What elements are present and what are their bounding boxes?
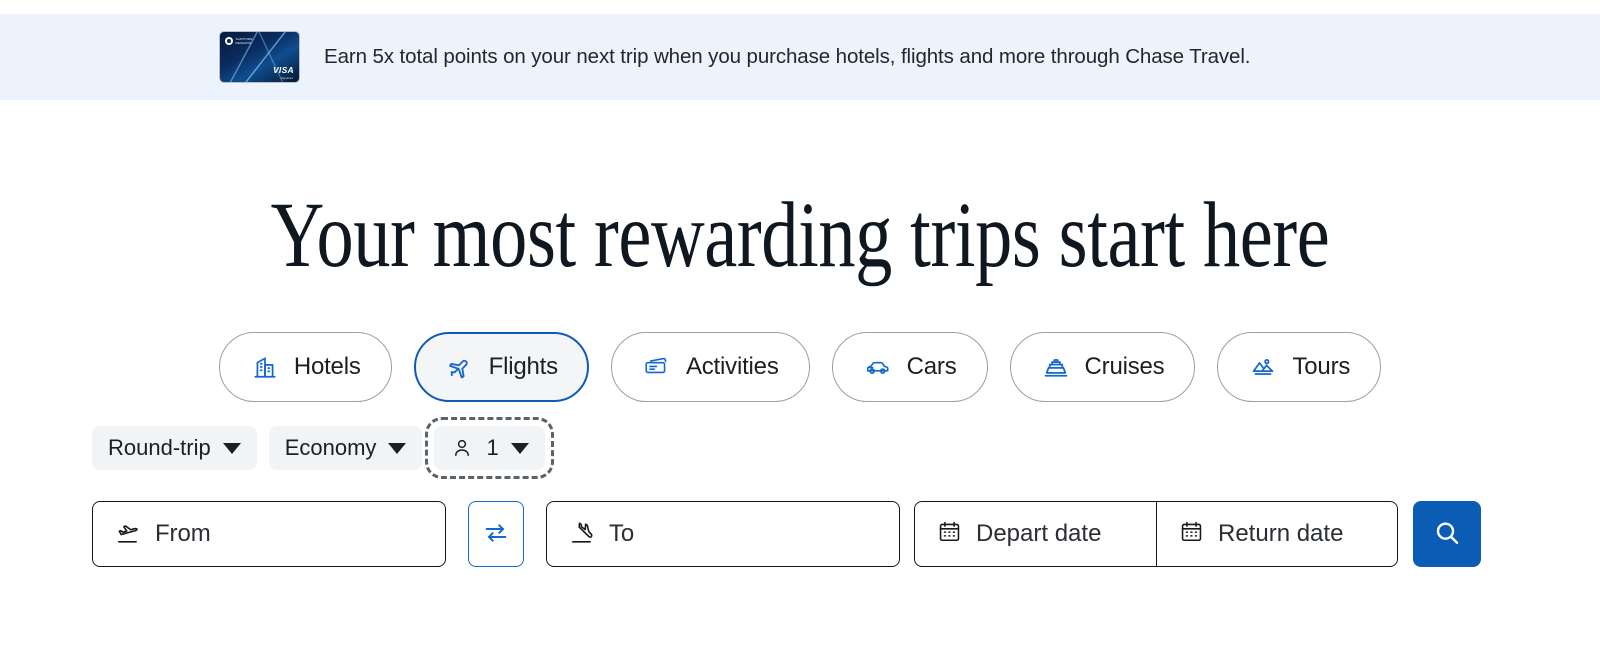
card-brand-line2: RESERVE [235, 41, 252, 45]
tab-hotels[interactable]: Hotels [218, 332, 392, 402]
date-range-group: Depart date Return date [914, 501, 1398, 567]
hotel-building-icon [250, 352, 280, 382]
visa-logo-text: VISA [272, 65, 294, 75]
return-date-placeholder: Return date [1218, 520, 1344, 547]
destination-placeholder: To [609, 520, 635, 547]
chevron-down-icon [222, 442, 241, 454]
tab-label: Flights [488, 353, 558, 380]
depart-date-placeholder: Depart date [976, 520, 1102, 547]
tab-tours[interactable]: Tours [1217, 332, 1382, 402]
destination-input[interactable]: To [546, 501, 900, 567]
chase-travel-search-page: SAPPHIRE RESERVE VISA Signature Earn 5x … [0, 0, 1600, 652]
tab-label: Hotels [293, 353, 361, 380]
tab-label: Tours [1292, 353, 1351, 380]
tab-label: Cruises [1084, 353, 1165, 380]
tab-cars[interactable]: Cars [831, 332, 988, 402]
chase-sapphire-card-icon: SAPPHIRE RESERVE VISA Signature [220, 32, 299, 82]
product-tabs: Hotels Flights Activities Cars Cruises T… [0, 332, 1600, 402]
trip-type-label: Round-trip [108, 435, 211, 460]
cruise-ship-icon [1041, 352, 1071, 382]
airplane-icon [445, 352, 475, 382]
landscape-icon [1248, 352, 1278, 382]
card-brand-text: SAPPHIRE RESERVE [236, 37, 253, 45]
plane-takeoff-icon [115, 521, 141, 547]
calendar-icon [937, 519, 962, 549]
promo-banner: SAPPHIRE RESERVE VISA Signature Earn 5x … [0, 14, 1600, 100]
travelers-count: 1 [486, 435, 499, 460]
card-logo: SAPPHIRE RESERVE [225, 37, 253, 45]
depart-date-input[interactable]: Depart date [915, 502, 1156, 566]
visa-signature-text: Signature [280, 77, 293, 80]
return-date-input[interactable]: Return date [1156, 502, 1397, 566]
trip-type-dropdown[interactable]: Round-trip [92, 426, 257, 470]
car-icon [863, 352, 893, 382]
flight-search-form: Round-trip Economy 1 From To Depart date… [92, 417, 1512, 567]
promo-message: Earn 5x total points on your next trip w… [324, 45, 1251, 68]
tab-activities[interactable]: Activities [610, 332, 810, 402]
tab-flights[interactable]: Flights [413, 332, 589, 402]
person-icon [450, 436, 474, 460]
plane-landing-icon [569, 521, 595, 547]
search-fields-row: From To Depart date Return date [92, 501, 1512, 567]
tab-cruises[interactable]: Cruises [1009, 332, 1196, 402]
chevron-down-icon [388, 442, 407, 454]
tab-label: Cars [906, 353, 957, 380]
search-icon [1432, 518, 1462, 551]
swap-arrows-icon [482, 519, 510, 550]
cabin-class-dropdown[interactable]: Economy [268, 426, 423, 470]
promo-banner-content: SAPPHIRE RESERVE VISA Signature Earn 5x … [220, 32, 1251, 82]
tab-label: Activities [685, 353, 779, 380]
cabin-class-label: Economy [284, 435, 377, 460]
origin-placeholder: From [155, 520, 211, 547]
page-title: Your most rewarding trips start here [270, 184, 1330, 287]
swap-origin-destination-button[interactable] [468, 501, 524, 567]
search-submit-button[interactable] [1413, 501, 1481, 567]
travelers-dropdown[interactable]: 1 [425, 417, 554, 479]
tickets-icon [642, 352, 672, 382]
chevron-down-icon [510, 442, 529, 454]
search-options-row: Round-trip Economy 1 [92, 417, 1512, 479]
chase-octagon-icon [225, 37, 233, 45]
origin-input[interactable]: From [92, 501, 446, 567]
calendar-icon [1179, 519, 1204, 549]
